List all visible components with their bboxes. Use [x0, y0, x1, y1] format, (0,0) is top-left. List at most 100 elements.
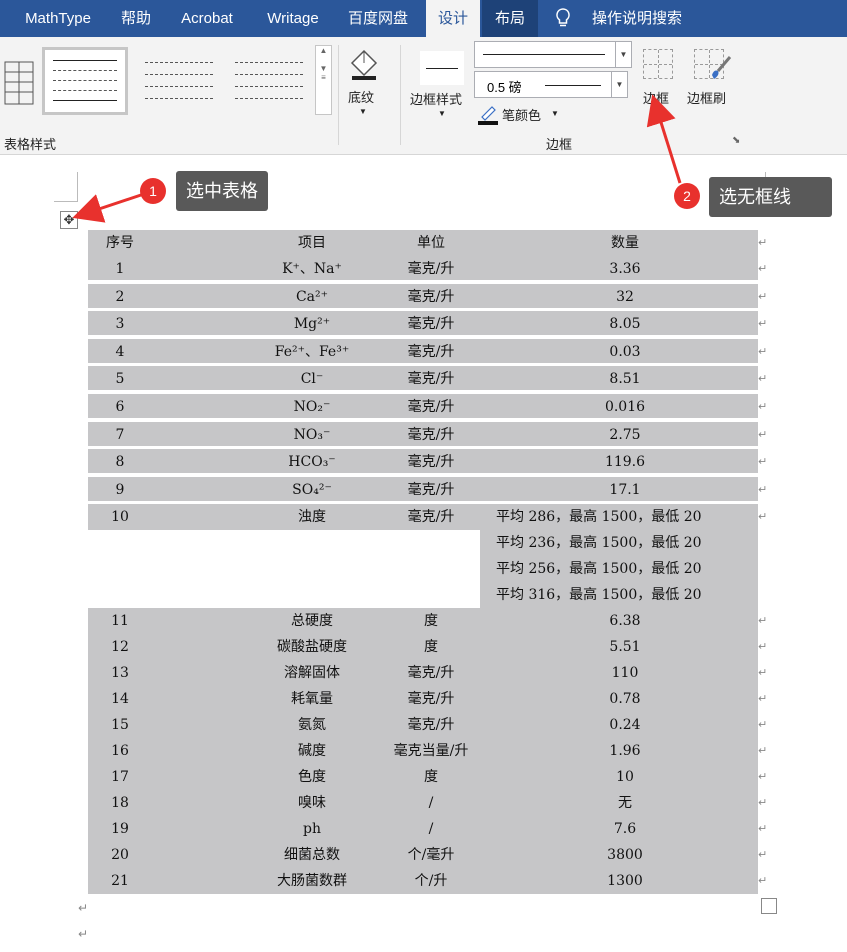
end-of-row-mark: ↵ [758, 667, 768, 680]
table-cell[interactable]: 序号 [88, 230, 152, 256]
table-row[interactable]: 13 溶解固体 毫克/升 110 [88, 660, 758, 687]
table-cell[interactable]: 毫克/升 [366, 422, 496, 448]
table-cell[interactable]: 1 [88, 256, 152, 282]
table-cell[interactable]: 0.78 [500, 686, 750, 712]
end-of-row-mark: ↵ [758, 483, 768, 496]
table-row[interactable]: 3 Mg²⁺ 毫克/升 8.05 [88, 311, 758, 338]
table-cell[interactable]: 9 [88, 477, 152, 503]
table-row[interactable]: 14 耗氧量 毫克/升 0.78 [88, 686, 758, 713]
turbidity-cell[interactable]: 平均 236，最高 1500，最低 20 [480, 530, 758, 557]
table-cell[interactable]: 毫克当量/升 [366, 738, 496, 764]
table-cell[interactable]: 3800 [500, 842, 750, 868]
table-row[interactable]: 1 K⁺、Na⁺ 毫克/升 3.36 [88, 256, 758, 282]
table-cell[interactable]: 8 [88, 449, 152, 475]
table-cell[interactable]: 1300 [500, 868, 750, 894]
table-cell[interactable]: 度 [366, 608, 496, 634]
table-cell[interactable]: 毫克/升 [366, 256, 496, 282]
table-cell[interactable]: 5 [88, 366, 152, 392]
table-row[interactable]: 15 氨氮 毫克/升 0.24 [88, 712, 758, 739]
table-cell[interactable]: 0.24 [500, 712, 750, 738]
table-row[interactable]: 19 ph/7.6 [88, 816, 758, 843]
table-cell[interactable]: 4 [88, 339, 152, 365]
end-of-row-mark: ↵ [758, 719, 768, 732]
table-row[interactable]: 18 嗅味 / 无 [88, 790, 758, 817]
table-row[interactable]: 21 大肠菌数群 个/升 1300 [88, 868, 758, 895]
turbidity-cell[interactable]: 平均 256，最高 1500，最低 20 [480, 556, 758, 583]
table-cell[interactable]: 无 [500, 790, 750, 816]
table-cell[interactable]: 毫克/升 [366, 712, 496, 738]
table-cell[interactable]: 8.51 [500, 366, 750, 392]
table-cell[interactable]: 6 [88, 394, 152, 420]
table-row[interactable]: 10 浊度 毫克/升 平均 286，最高 1500，最低 20 [88, 504, 758, 531]
end-of-row-mark: ↵ [758, 745, 768, 758]
table-row[interactable]: 12 碳酸盐硬度度 5.51 [88, 634, 758, 661]
table-cell[interactable]: 17.1 [500, 477, 750, 503]
table-cell[interactable]: 3 [88, 311, 152, 337]
table-cell[interactable]: 2 [88, 284, 152, 310]
table-cell[interactable]: 单位 [366, 230, 496, 256]
table-cell[interactable]: 2.75 [500, 422, 750, 448]
table-cell[interactable]: 毫克/升 [366, 686, 496, 712]
table-cell: 平均 236，最高 1500，最低 20 [496, 535, 702, 552]
table-cell[interactable]: 18 [88, 790, 152, 816]
table-cell[interactable]: 7.6 [500, 816, 750, 842]
table-cell[interactable]: 数量 [500, 230, 750, 256]
table-cell[interactable]: 16 [88, 738, 152, 764]
table-cell[interactable]: 6.38 [500, 608, 750, 634]
table-row[interactable]: 5 Cl⁻ 毫克/升 8.51 [88, 366, 758, 393]
table-cell[interactable]: 12 [88, 634, 152, 660]
table-cell: 平均 256，最高 1500，最低 20 [496, 561, 702, 578]
table-cell[interactable]: 5.51 [500, 634, 750, 660]
table-cell[interactable]: 毫克/升 [366, 504, 496, 530]
table-cell[interactable]: 15 [88, 712, 152, 738]
table-cell[interactable]: 个/升 [366, 868, 496, 894]
table-cell[interactable]: / [366, 816, 496, 842]
table-row[interactable]: 7 NO₃⁻ 毫克/升 2.75 [88, 421, 758, 448]
table-cell[interactable]: 10 [88, 504, 152, 530]
table-row[interactable]: 序号 项目 单位 数量 [88, 230, 758, 256]
table-row[interactable]: 4 Fe²⁺、Fe³⁺ 毫克/升 0.03 [88, 338, 758, 365]
table-cell[interactable]: 17 [88, 764, 152, 790]
table-cell[interactable]: 8.05 [500, 311, 750, 337]
table-cell[interactable]: 个/毫升 [366, 842, 496, 868]
table-cell[interactable]: 度 [366, 764, 496, 790]
table-cell[interactable]: 19 [88, 816, 152, 842]
table-cell[interactable]: 毫克/升 [366, 311, 496, 337]
table-resize-handle[interactable] [761, 898, 777, 914]
table-cell[interactable]: 毫克/升 [366, 284, 496, 310]
table-cell[interactable]: 110 [500, 660, 750, 686]
table-cell[interactable]: 毫克/升 [366, 477, 496, 503]
table-row[interactable]: 6 NO₂⁻ 毫克/升 0.016 [88, 394, 758, 420]
end-of-row-mark: ↵ [758, 373, 768, 386]
table-row[interactable]: 20 细菌总数 个/毫升 3800 [88, 842, 758, 869]
table-row[interactable]: 8 HCO₃⁻ 毫克/升 119.6 [88, 449, 758, 476]
table-cell[interactable]: 毫克/升 [366, 366, 496, 392]
table-cell[interactable]: 度 [366, 634, 496, 660]
table-cell[interactable]: 毫克/升 [366, 339, 496, 365]
table-row[interactable]: 17 色度度 10 [88, 764, 758, 791]
table-cell[interactable]: 14 [88, 686, 152, 712]
table-cell[interactable]: 毫克/升 [366, 449, 496, 475]
table-cell[interactable]: 毫克/升 [366, 660, 496, 686]
table-cell[interactable]: 7 [88, 422, 152, 448]
table-cell[interactable]: 0.016 [500, 394, 750, 420]
table-row[interactable]: 9 SO₄²⁻ 毫克/升 17.1 [88, 476, 758, 503]
turbidity-cell[interactable]: 平均 316，最高 1500，最低 20 [480, 582, 758, 609]
table-cell[interactable]: 20 [88, 842, 152, 868]
table-cell[interactable]: 10 [500, 764, 750, 790]
table-cell[interactable]: 1.96 [500, 738, 750, 764]
table-cell[interactable]: 13 [88, 660, 152, 686]
table-cell[interactable]: 119.6 [500, 449, 750, 475]
table-row[interactable]: 11 总硬度度 6.38 [88, 608, 758, 635]
table-cell[interactable]: 平均 286，最高 1500，最低 20 [496, 504, 756, 530]
table-cell[interactable]: / [366, 790, 496, 816]
table-cell[interactable]: 3.36 [500, 256, 750, 282]
table-row[interactable]: 16 碱度 毫克当量/升 1.96 [88, 738, 758, 765]
table-cell[interactable]: 32 [500, 284, 750, 310]
table-cell[interactable]: 0.03 [500, 339, 750, 365]
table-cell[interactable]: 毫克/升 [366, 394, 496, 420]
table-cell[interactable]: 21 [88, 868, 152, 894]
table-cell[interactable]: 11 [88, 608, 152, 634]
end-of-row-mark: ↵ [758, 263, 768, 275]
table-row[interactable]: 2 Ca²⁺ 毫克/升 32 [88, 283, 758, 310]
